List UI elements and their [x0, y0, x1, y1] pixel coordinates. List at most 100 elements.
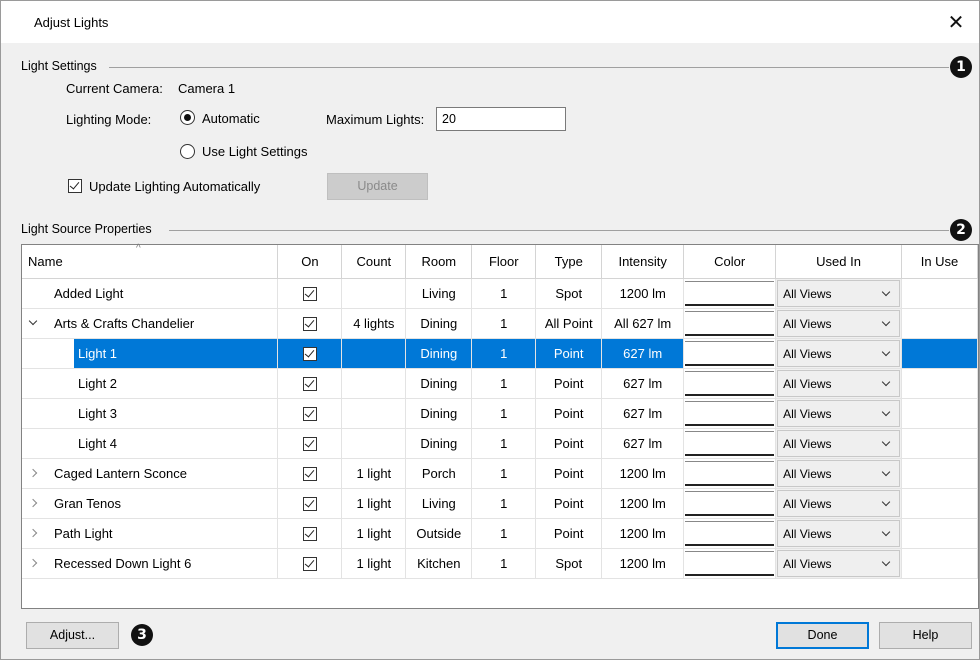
cell-intensity: 627 lm — [601, 368, 685, 399]
cell-name[interactable]: Arts & Crafts Chandelier — [22, 308, 279, 339]
on-checkbox[interactable] — [302, 376, 317, 391]
used-in-dropdown[interactable]: All Views — [777, 459, 900, 487]
radio-dot-icon — [184, 114, 191, 121]
used-in-dropdown[interactable]: All Views — [777, 279, 900, 307]
cell-used-in: All Views — [775, 458, 902, 489]
column-header-used-in[interactable]: Used In — [775, 245, 902, 279]
done-button[interactable]: Done — [776, 622, 869, 649]
cell-name[interactable]: Light 4 — [22, 428, 279, 459]
color-swatch-button[interactable] — [685, 310, 775, 336]
table-row[interactable]: Light 2 Dining 1 Point 627 lm All Views — [22, 368, 979, 399]
automatic-radio[interactable] — [180, 110, 195, 125]
on-checkbox[interactable] — [302, 436, 317, 451]
table-row[interactable]: Recessed Down Light 6 1 light Kitchen 1 Spot… — [22, 548, 979, 579]
help-button[interactable]: Help — [879, 622, 972, 649]
column-header-room[interactable]: Room — [405, 245, 473, 279]
color-swatch-button[interactable] — [685, 550, 775, 576]
color-swatch-button[interactable] — [685, 430, 775, 456]
table-row[interactable]: Added Light Living 1 Spot 1200 lm All Views — [22, 278, 979, 309]
cell-name[interactable]: Light 3 — [22, 398, 279, 429]
color-swatch-button[interactable] — [685, 370, 775, 396]
column-header-count[interactable]: Count — [341, 245, 407, 279]
cell-in-use — [901, 548, 979, 579]
close-button[interactable]: ✕ — [933, 1, 979, 43]
cell-used-in: All Views — [775, 278, 902, 309]
used-in-value: All Views — [783, 556, 832, 571]
cell-name[interactable]: Added Light — [22, 278, 279, 309]
used-in-dropdown[interactable]: All Views — [777, 369, 900, 397]
on-checkbox[interactable] — [302, 346, 317, 361]
close-icon[interactable]: ✕ — [948, 10, 965, 35]
chevron-right-icon[interactable] — [28, 498, 40, 510]
used-in-dropdown[interactable]: All Views — [777, 399, 900, 427]
column-header-color[interactable]: Color — [683, 245, 777, 279]
cell-name[interactable]: Gran Tenos — [22, 488, 279, 519]
table-row[interactable]: Path Light 1 light Outside 1 Point 1200 lm All… — [22, 518, 979, 549]
max-lights-input[interactable] — [436, 107, 566, 131]
used-in-value: All Views — [783, 436, 832, 451]
used-in-dropdown[interactable]: All Views — [777, 519, 900, 547]
cell-in-use — [901, 428, 979, 459]
cell-on — [277, 368, 343, 399]
used-in-dropdown[interactable]: All Views — [777, 339, 900, 367]
used-in-dropdown[interactable]: All Views — [777, 309, 900, 337]
on-checkbox[interactable] — [302, 466, 317, 481]
cell-name[interactable]: Caged Lantern Sconce — [22, 458, 279, 489]
column-header-name[interactable]: Name ^ — [22, 243, 279, 279]
table-row[interactable]: Light 4 Dining 1 Point 627 lm All Views — [22, 428, 979, 459]
column-header-in-use[interactable]: In Use — [901, 245, 979, 279]
automatic-radio-label[interactable]: Automatic — [202, 111, 260, 126]
cell-name[interactable]: Recessed Down Light 6 — [22, 548, 279, 579]
update-automatically-checkbox[interactable] — [68, 179, 82, 193]
column-header-floor[interactable]: Floor — [471, 245, 537, 279]
on-checkbox[interactable] — [302, 316, 317, 331]
used-in-dropdown[interactable]: All Views — [777, 489, 900, 517]
on-checkbox[interactable] — [302, 556, 317, 571]
color-swatch-button[interactable] — [685, 490, 775, 516]
callout-badge-1: 1 — [950, 56, 972, 78]
column-header-type[interactable]: Type — [535, 245, 603, 279]
cell-name[interactable]: Path Light — [22, 518, 279, 549]
chevron-down-icon[interactable] — [28, 318, 40, 330]
table-row[interactable]: Light 3 Dining 1 Point 627 lm All Views — [22, 398, 979, 429]
cell-count — [341, 428, 407, 459]
table-row[interactable]: Gran Tenos 1 light Living 1 Point 1200 lm All … — [22, 488, 979, 519]
on-checkbox[interactable] — [302, 286, 317, 301]
used-in-dropdown[interactable]: All Views — [777, 429, 900, 457]
table-row[interactable]: Light 1 Dining 1 Point 627 lm All Views — [22, 338, 979, 369]
chevron-right-icon[interactable] — [28, 468, 40, 480]
adjust-button[interactable]: Adjust... — [26, 622, 119, 649]
chevron-down-icon — [881, 317, 891, 326]
chevron-right-icon[interactable] — [28, 558, 40, 570]
color-swatch-button[interactable] — [685, 340, 775, 366]
on-checkbox[interactable] — [302, 406, 317, 421]
color-swatch-button[interactable] — [685, 400, 775, 426]
use-light-settings-radio[interactable] — [180, 144, 195, 159]
table-row[interactable]: Arts & Crafts Chandelier 4 lights Dining 1 A… — [22, 308, 979, 339]
chevron-down-icon — [881, 467, 891, 476]
table-row[interactable]: Caged Lantern Sconce 1 light Porch 1 Point 12… — [22, 458, 979, 489]
update-button[interactable]: Update — [327, 173, 428, 200]
column-header-intensity[interactable]: Intensity — [601, 245, 685, 279]
chevron-right-icon[interactable] — [28, 528, 40, 540]
on-checkbox[interactable] — [302, 496, 317, 511]
cell-type: Spot — [535, 548, 603, 579]
used-in-value: All Views — [783, 286, 832, 301]
update-automatically-label[interactable]: Update Lighting Automatically — [89, 179, 260, 194]
use-light-settings-label[interactable]: Use Light Settings — [202, 144, 308, 159]
on-checkbox[interactable] — [302, 526, 317, 541]
column-header-on[interactable]: On — [277, 245, 343, 279]
cell-room: Outside — [405, 518, 473, 549]
checkmark-icon — [304, 527, 315, 538]
cell-name[interactable]: Light 1 — [22, 338, 279, 369]
color-swatch-button[interactable] — [685, 460, 775, 486]
color-swatch-button[interactable] — [685, 520, 775, 546]
used-in-dropdown[interactable]: All Views — [777, 549, 900, 577]
cell-count: 1 light — [341, 548, 407, 579]
chevron-down-icon — [881, 437, 891, 446]
used-in-value: All Views — [783, 316, 832, 331]
cell-in-use — [901, 398, 979, 429]
cell-room: Living — [405, 488, 473, 519]
color-swatch-button[interactable] — [685, 280, 775, 306]
cell-name[interactable]: Light 2 — [22, 368, 279, 399]
